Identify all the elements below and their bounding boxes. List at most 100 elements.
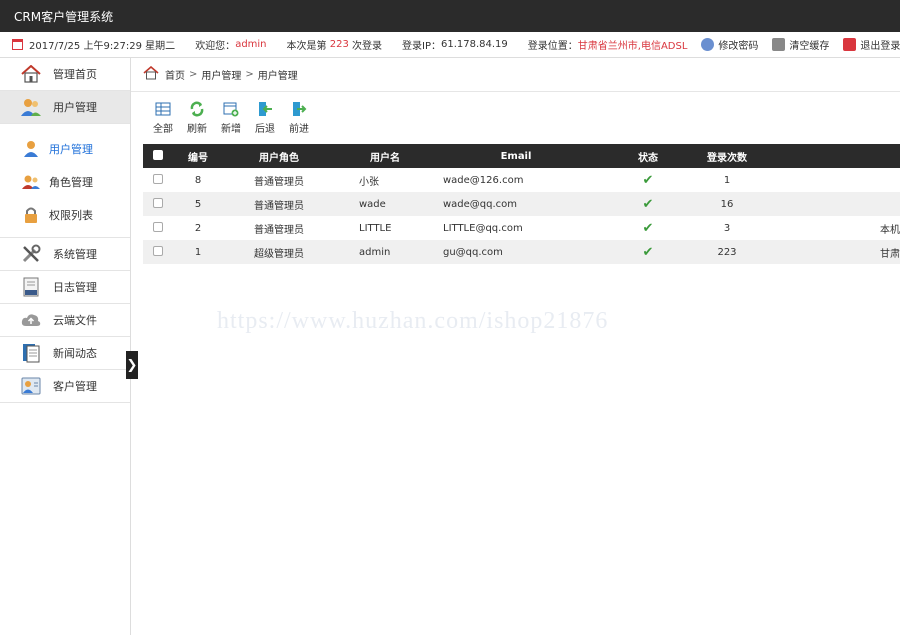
cell-logins: 1 [723,174,731,186]
col-role[interactable]: 用户角色 [223,144,335,168]
tools-icon [20,244,42,264]
app-title: CRM客户管理系统 [14,9,114,24]
cell-extra [755,192,900,216]
cell-username: LITTLE [359,222,392,234]
datetime: 2017/7/25 上午9:27:29 星期二 [12,37,175,52]
status-check-icon: ✔ [642,172,654,188]
sidebar-toggle-button[interactable]: ❯ [126,351,138,379]
app-title-bar: CRM客户管理系统 [0,0,900,32]
refresh-icon [190,101,204,117]
cell-username: 小张 [359,176,379,188]
row-checkbox[interactable] [153,245,163,256]
home-icon [20,64,42,84]
breadcrumb-home[interactable]: 首页 [165,67,185,82]
table-row[interactable]: 2 普通管理员 LITTLE LITTLE@qq.com ✔ 3 本机 [143,216,900,240]
cell-username: admin [359,246,391,258]
status-check-icon: ✔ [642,196,654,212]
user-table: 编号 用户角色 用户名 Email 状态 登录次数 8 普通管理员 小张 wad… [143,144,900,264]
power-icon [843,38,857,51]
calendar-icon [12,39,23,50]
user-icon [22,140,40,158]
sidebar-subitem-user-management[interactable]: 用户管理 [0,132,130,165]
cell-role: 普通管理员 [254,200,304,212]
cell-id: 2 [194,222,202,234]
clear-cache-button[interactable]: 清空缓存 [772,37,829,52]
row-checkbox[interactable] [153,221,163,232]
sidebar-subitem-permission-list[interactable]: 权限列表 [0,198,130,231]
login-location: 登录位置： 甘肃省兰州市,电信ADSL [527,41,688,52]
table-header-row: 编号 用户角色 用户名 Email 状态 登录次数 [143,144,900,168]
clear-icon [772,38,786,51]
cell-extra: 本机 [880,224,900,236]
col-status[interactable]: 状态 [597,144,699,168]
cell-logins: 223 [717,246,737,258]
cell-id: 8 [194,174,202,186]
col-email[interactable]: Email [435,144,597,168]
breadcrumb-separator: > [189,69,198,80]
cell-email: wade@qq.com [443,198,518,210]
cell-role: 普通管理员 [254,176,304,188]
sidebar-item-cloud[interactable]: 云端文件 [0,304,130,337]
status-check-icon: ✔ [642,220,654,236]
sidebar-subitem-role-management[interactable]: 角色管理 [0,165,130,198]
logout-button[interactable]: 退出登录 [843,37,900,52]
cell-email: gu@qq.com [443,246,503,258]
breadcrumb-level1[interactable]: 用户管理 [201,67,241,82]
grid-icon [155,102,171,116]
sidebar-item-home[interactable]: 管理首页 [0,58,130,91]
cell-id: 1 [194,246,202,258]
lock-icon [22,206,40,224]
users-submenu: 用户管理 角色管理 权限列表 [0,124,130,238]
watermark: https://www.huzhan.com/ishop21876 [217,308,609,334]
sidebar-item-log[interactable]: 日志管理 [0,271,130,304]
back-icon [259,102,272,116]
select-all-checkbox[interactable] [153,149,163,160]
table-row[interactable]: 1 超级管理员 admin gu@qq.com ✔ 223 甘肃 [143,240,900,264]
sidebar-item-customers[interactable]: 客户管理 [0,370,130,403]
sidebar-item-system[interactable]: 系统管理 [0,238,130,271]
log-icon [20,277,42,297]
col-username[interactable]: 用户名 [335,144,435,168]
welcome-user: 欢迎您： admin [195,39,267,52]
customer-icon [20,376,42,396]
key-icon [701,38,715,51]
cell-logins: 3 [723,222,731,234]
table-row[interactable]: 8 普通管理员 小张 wade@126.com ✔ 1 [143,168,900,192]
change-password-button[interactable]: 修改密码 [701,37,758,52]
breadcrumb-current: 用户管理 [257,71,298,82]
sidebar-item-news[interactable]: 新闻动态 [0,337,130,370]
info-bar: 2017/7/25 上午9:27:29 星期二 欢迎您： admin 本次是第 2… [0,32,900,58]
users-icon [20,97,42,117]
table-row[interactable]: 5 普通管理员 wade wade@qq.com ✔ 16 [143,192,900,216]
sidebar: 管理首页 用户管理 用户管理 角色管理 权限列表 系统管理 日志管理 云端文件 … [0,58,131,635]
forward-icon [293,102,307,116]
cell-role: 普通管理员 [254,224,304,236]
cell-extra: 甘肃 [880,248,900,260]
col-logins[interactable]: 登录次数 [699,144,755,168]
breadcrumb: 首页 > 用户管理 > 用户管理 [131,58,900,92]
toolbar: 全部 刷新 新增 后退 前进 [131,92,900,144]
row-checkbox[interactable] [153,173,163,184]
cell-email: wade@126.com [443,174,524,186]
row-checkbox[interactable] [153,197,163,208]
cell-extra [755,168,900,192]
role-icon [22,173,40,191]
cell-username: wade [359,198,386,210]
col-id[interactable]: 编号 [173,144,223,168]
login-ip: 登录IP： 61.178.84.19 [402,39,508,52]
login-count: 本次是第 223 次登录 [286,39,382,52]
forward-button[interactable]: 前进 [279,101,319,135]
breadcrumb-separator: > [245,69,254,80]
cloud-icon [20,310,42,330]
cell-id: 5 [194,198,202,210]
main-content: 首页 > 用户管理 > 用户管理 全部 刷新 新增 后退 前进 编号 用户角色 … [131,58,900,635]
add-icon [223,102,239,117]
news-icon [20,343,42,363]
select-all-cell [143,144,173,168]
cell-email: LITTLE@qq.com [443,222,523,234]
col-extra [755,144,900,168]
home-icon [143,65,159,83]
cell-role: 超级管理员 [254,248,304,260]
sidebar-item-users[interactable]: 用户管理 [0,91,130,124]
status-check-icon: ✔ [642,244,654,260]
